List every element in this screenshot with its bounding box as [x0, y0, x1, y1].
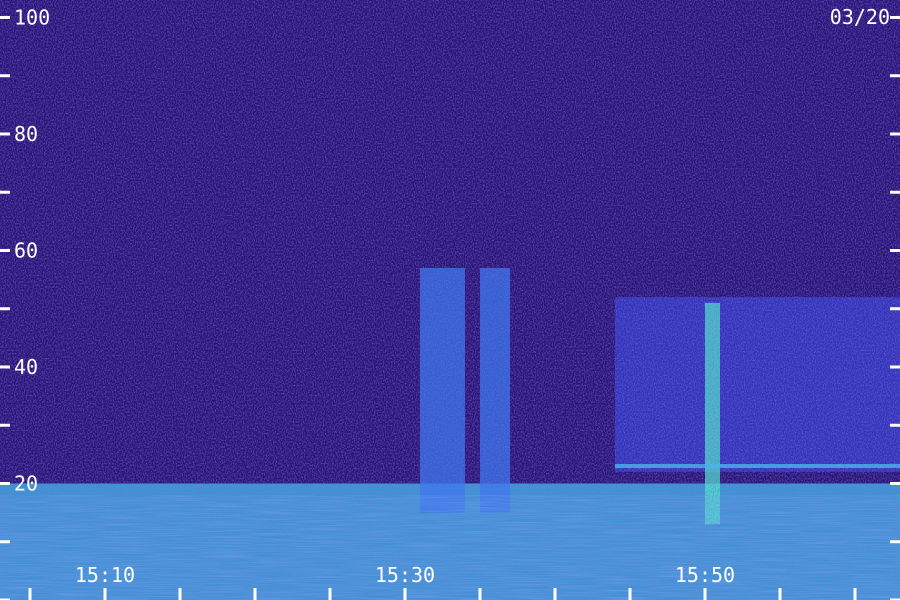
x-tick-label: 15:10 [75, 563, 135, 587]
y-tick-label: 100 [14, 5, 50, 29]
y-tick-label: 80 [14, 122, 38, 146]
y-tick-label: 60 [14, 238, 38, 262]
spectrogram-chart: 20 40 60 80 100 15:10 15:30 15:50 03/20 [0, 0, 900, 600]
y-tick-label: 40 [14, 355, 38, 379]
y-tick-label: 20 [14, 471, 38, 495]
x-tick-label: 15:50 [675, 563, 735, 587]
date-label: 03/20 [830, 5, 890, 29]
x-tick-label: 15:30 [375, 563, 435, 587]
